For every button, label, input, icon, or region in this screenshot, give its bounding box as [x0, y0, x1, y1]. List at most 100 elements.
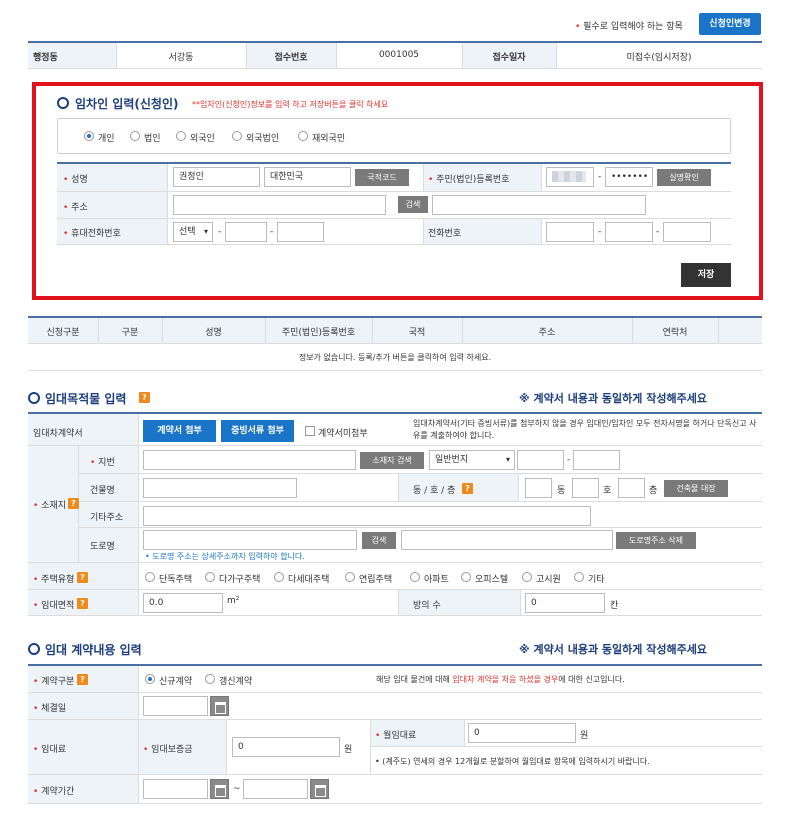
address-detail-input[interactable]: [432, 195, 646, 215]
radio-individual[interactable]: [84, 131, 94, 141]
label-registration-number: 주민(법인)등록번호: [428, 172, 509, 185]
label-phone: 전화번호: [428, 229, 462, 239]
sub-lot-input[interactable]: [573, 450, 620, 470]
label-receipt-date: 접수일자: [492, 53, 526, 63]
col-contact: 연락처: [662, 328, 688, 338]
building-name-input[interactable]: [143, 478, 297, 498]
label-housing-apartment: 아파트: [424, 575, 449, 585]
help-icon[interactable]: ?: [77, 674, 88, 685]
phone-middle-input[interactable]: [605, 222, 653, 242]
radio-housing-detached[interactable]: [145, 572, 155, 582]
label-other-address: 기타주소: [90, 513, 124, 523]
period-tilde: ~: [233, 784, 241, 794]
help-icon[interactable]: ?: [139, 392, 150, 403]
help-icon[interactable]: ?: [77, 572, 88, 583]
mobile-last-input[interactable]: [277, 222, 324, 242]
location-search-button[interactable]: 소재지 검색: [360, 452, 424, 469]
radio-housing-row-house[interactable]: [345, 572, 355, 582]
monthly-rent-note: • (계주도) 연세의 경우 12개월로 분할하여 월임대료 항목에 입력하시기…: [375, 757, 650, 766]
lot-type-select[interactable]: 일반번지 ▾: [429, 450, 515, 470]
unit-ho: 호: [603, 486, 612, 496]
label-road-name: 도로명: [90, 542, 115, 552]
building-register-button[interactable]: 건축물 대장: [664, 480, 728, 497]
other-address-input[interactable]: [143, 506, 591, 526]
label-deposit: 임대보증금: [143, 742, 192, 755]
phone-last-input[interactable]: [663, 222, 711, 242]
label-individual: 개인: [98, 134, 115, 144]
change-applicant-button[interactable]: 신청인변경: [699, 13, 761, 35]
section-circle-icon: [28, 392, 40, 404]
label-no-contract: 계약서미첨부: [318, 429, 368, 439]
help-icon[interactable]: ?: [462, 483, 473, 494]
help-icon[interactable]: ?: [77, 598, 88, 609]
col-regno: 주민(법인)등록번호: [281, 328, 356, 338]
help-icon[interactable]: ?: [68, 498, 79, 509]
label-contract-date: 체결일: [33, 701, 66, 714]
tenant-notice: **임차인(신청인)정보를 입력 하고 저장버튼을 클릭 하세요: [192, 100, 389, 109]
radio-housing-multi-family[interactable]: [205, 572, 215, 582]
radio-housing-other[interactable]: [574, 572, 584, 582]
attach-proof-button[interactable]: 증빙서류 첨부: [221, 420, 294, 442]
dong-input[interactable]: [525, 478, 552, 498]
lease-area-input[interactable]: 0.0: [143, 593, 223, 613]
contract-date-input[interactable]: [143, 696, 208, 716]
radio-housing-apartment[interactable]: [410, 572, 420, 582]
period-start-input[interactable]: [143, 779, 208, 799]
regno-back-input[interactable]: •••••••: [605, 167, 653, 187]
main-lot-input[interactable]: [517, 450, 564, 470]
label-housing-detached: 단독주택: [159, 575, 193, 585]
label-dong-ho-floor: 동 / 호 / 층: [413, 486, 456, 496]
lot-number-input[interactable]: [143, 450, 356, 470]
label-new-contract: 신규계약: [159, 677, 193, 687]
radio-housing-officetel[interactable]: [461, 572, 471, 582]
label-building-name: 건물명: [90, 486, 115, 496]
room-count-input[interactable]: 0: [525, 593, 605, 613]
radio-renewal-contract[interactable]: [205, 674, 215, 684]
mobile-middle-input[interactable]: [225, 222, 267, 242]
property-section-title: 임대목적물 입력: [45, 392, 127, 406]
label-housing-multiplex: 다세대주택: [288, 575, 330, 585]
monthly-rent-input[interactable]: 0: [468, 723, 576, 743]
no-contract-checkbox[interactable]: [305, 426, 315, 436]
label-housing-row-house: 연립주택: [359, 575, 393, 585]
col-category: 구분: [121, 328, 139, 338]
road-search-button[interactable]: 검색: [362, 532, 396, 549]
floor-input[interactable]: [618, 478, 645, 498]
deposit-input[interactable]: 0: [232, 737, 340, 757]
road-address-delete-button[interactable]: 도로명주소 삭제: [616, 532, 696, 549]
radio-corporation[interactable]: [130, 131, 140, 141]
calendar-icon[interactable]: [210, 696, 229, 716]
country-code-button[interactable]: 국적코드: [355, 169, 409, 186]
calendar-icon[interactable]: [310, 779, 329, 799]
address-search-button[interactable]: 검색: [398, 196, 428, 213]
save-button[interactable]: 저장: [681, 263, 731, 287]
label-lot-number: 지번: [90, 455, 115, 468]
label-overseas-korean: 재외국민: [312, 134, 346, 144]
radio-housing-gosiwon[interactable]: [522, 572, 532, 582]
value-admin-dong: 서강동: [168, 53, 194, 63]
radio-housing-multiplex[interactable]: [274, 572, 284, 582]
radio-new-contract[interactable]: [145, 674, 155, 684]
regno-front-input[interactable]: [546, 167, 594, 187]
ho-input[interactable]: [572, 478, 599, 498]
address-input[interactable]: [173, 195, 386, 215]
tenant-section-title: 임차인 입력(신청인): [75, 97, 179, 111]
value-receipt-date: 미접수(임시저장): [626, 53, 692, 63]
name-input[interactable]: 권정인: [173, 167, 260, 187]
label-foreigner: 외국인: [190, 134, 215, 144]
unit-dong: 동: [557, 486, 566, 496]
radio-foreigner[interactable]: [176, 131, 186, 141]
attach-contract-button[interactable]: 계약서 첨부: [143, 420, 216, 442]
phone-area-input[interactable]: [546, 222, 594, 242]
real-name-verify-button[interactable]: 실명확인: [657, 169, 711, 186]
nationality-input[interactable]: 대한민국: [264, 167, 351, 187]
road-address-input[interactable]: [401, 530, 613, 550]
radio-overseas-korean[interactable]: [298, 131, 308, 141]
radio-foreign-corp[interactable]: [232, 131, 242, 141]
road-name-input[interactable]: [143, 530, 357, 550]
col-name: 성명: [205, 328, 222, 338]
label-monthly-rent: 월임대료: [375, 728, 416, 741]
mobile-prefix-select[interactable]: 선택 ▾: [173, 222, 213, 242]
calendar-icon[interactable]: [210, 779, 229, 799]
period-end-input[interactable]: [243, 779, 308, 799]
